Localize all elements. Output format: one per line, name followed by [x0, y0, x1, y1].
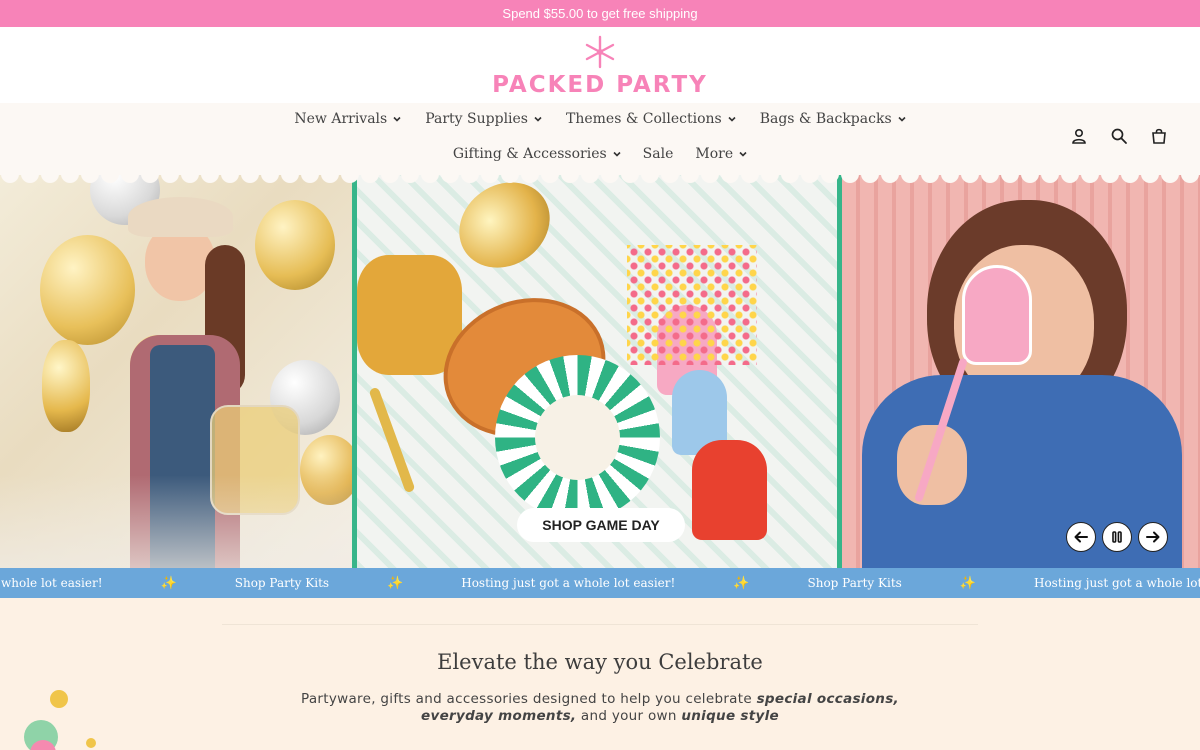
- previous-slide-button[interactable]: [1066, 522, 1096, 552]
- intro-heading: Elevate the way you Celebrate: [437, 650, 763, 674]
- chevron-down-icon: [898, 116, 906, 122]
- intro-section: Elevate the way you Celebrate Partyware,…: [0, 598, 1200, 750]
- nav-item-party-supplies[interactable]: Party Supplies: [425, 111, 542, 127]
- nav-row-primary: New Arrivals Party Supplies Themes & Col…: [0, 111, 1200, 127]
- cart-icon[interactable]: [1150, 127, 1168, 145]
- site-header: PACKED PARTY: [0, 27, 1200, 103]
- sparkle-icon: ✨: [959, 575, 976, 591]
- intro-emphasis: unique style: [681, 708, 779, 724]
- announcement-marquee: a whole lot easier! ✨ Shop Party Kits ✨ …: [0, 568, 1200, 598]
- main-navigation: New Arrivals Party Supplies Themes & Col…: [0, 103, 1200, 175]
- pause-slideshow-button[interactable]: [1102, 522, 1132, 552]
- header-icons: [1070, 127, 1168, 145]
- confetti-decoration: [50, 690, 68, 708]
- brand-logo[interactable]: PACKED PARTY: [0, 35, 1200, 98]
- announcement-bar: Spend $55.00 to get free shipping: [0, 0, 1200, 27]
- account-icon[interactable]: [1070, 127, 1088, 145]
- intro-text: and your own: [576, 708, 682, 724]
- marquee-item: Hosting just got a whole lot easier!: [461, 576, 676, 590]
- confetti-decoration: [86, 738, 96, 748]
- sparkle-icon: ✨: [387, 575, 404, 591]
- nav-item-themes-collections[interactable]: Themes & Collections: [566, 111, 736, 127]
- nav-item-label: More: [695, 146, 734, 162]
- scallop-divider: [0, 168, 1200, 184]
- shop-game-day-button[interactable]: SHOP GAME DAY: [517, 508, 685, 542]
- arrow-left-icon: [1074, 531, 1088, 543]
- search-icon[interactable]: [1110, 127, 1128, 145]
- marquee-link-shop-party-kits[interactable]: Shop Party Kits: [808, 576, 902, 590]
- nav-item-label: Themes & Collections: [566, 111, 722, 127]
- nav-item-gifting-accessories[interactable]: Gifting & Accessories: [453, 146, 621, 162]
- chevron-down-icon: [739, 151, 747, 157]
- marquee-track: a whole lot easier! ✨ Shop Party Kits ✨ …: [0, 568, 1200, 598]
- sparkle-icon: ✨: [733, 575, 750, 591]
- announcement-text: Spend $55.00 to get free shipping: [502, 6, 698, 21]
- chevron-down-icon: [393, 116, 401, 122]
- marquee-link-shop-party-kits[interactable]: Shop Party Kits: [235, 576, 329, 590]
- marquee-item: a whole lot easier!: [0, 576, 103, 590]
- nav-item-new-arrivals[interactable]: New Arrivals: [294, 111, 401, 127]
- brand-name: PACKED PARTY: [492, 72, 708, 98]
- hero-slide-photo-left: [0, 175, 352, 568]
- pause-icon: [1112, 531, 1122, 543]
- sparkle-icon: ✨: [160, 575, 177, 591]
- next-slide-button[interactable]: [1138, 522, 1168, 552]
- intro-description: Partyware, gifts and accessories designe…: [270, 691, 930, 725]
- arrow-right-icon: [1146, 531, 1160, 543]
- sparkle-star-icon: [585, 35, 615, 69]
- hero-carousel: SHOP GAME DAY: [0, 175, 1200, 568]
- nav-item-bags-backpacks[interactable]: Bags & Backpacks: [760, 111, 906, 127]
- nav-item-label: Gifting & Accessories: [452, 146, 607, 162]
- chevron-down-icon: [534, 116, 542, 122]
- chevron-down-icon: [728, 116, 736, 122]
- nav-item-label: Party Supplies: [425, 111, 528, 127]
- nav-item-label: Bags & Backpacks: [759, 111, 892, 127]
- nav-item-label: New Arrivals: [294, 111, 388, 127]
- hero-slide-photo-right: [842, 175, 1200, 568]
- marquee-item: Hosting just got a whole lot easier!: [1033, 576, 1200, 590]
- chevron-down-icon: [613, 151, 621, 157]
- intro-text: Partyware, gifts and accessories designe…: [301, 691, 757, 707]
- section-divider: [222, 624, 978, 625]
- nav-item-label: Sale: [642, 146, 674, 162]
- nav-item-sale[interactable]: Sale: [643, 146, 674, 162]
- nav-item-more[interactable]: More: [695, 146, 747, 162]
- nav-row-secondary: Gifting & Accessories Sale More: [0, 146, 1200, 162]
